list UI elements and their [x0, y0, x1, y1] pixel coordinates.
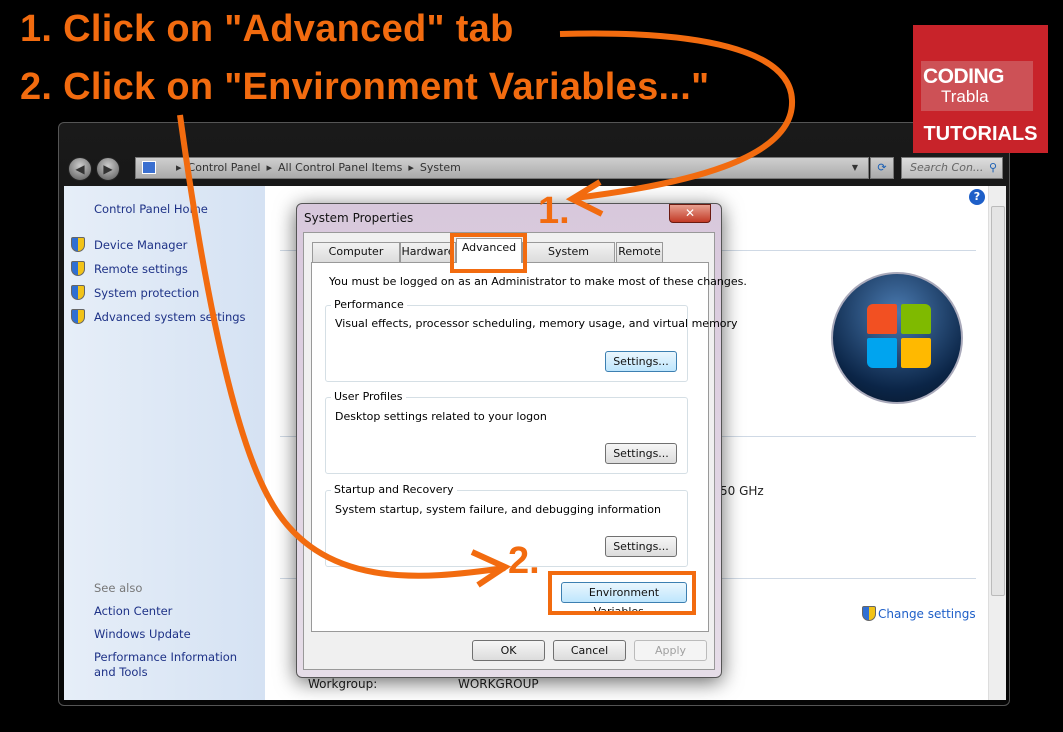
tab-system-protection[interactable]: System Protection: [522, 242, 615, 276]
instruction-step-1: 1. Click on "Advanced" tab: [20, 8, 514, 50]
logo-line3: TUTORIALS: [923, 123, 1038, 145]
help-icon[interactable]: ?: [969, 189, 985, 205]
close-button[interactable]: ✕: [669, 204, 711, 223]
shield-icon: [71, 261, 85, 276]
back-button[interactable]: ◀: [68, 157, 92, 181]
sidebar-remote-settings[interactable]: Remote settings: [94, 262, 188, 276]
performance-desc: Visual effects, processor scheduling, me…: [335, 317, 738, 330]
scrollbar[interactable]: [988, 186, 1006, 700]
breadcrumb-all-items[interactable]: All Control Panel Items: [278, 161, 402, 174]
change-settings-link[interactable]: Change settings: [878, 607, 976, 621]
search-placeholder: Search Con...: [910, 161, 984, 174]
performance-settings-button[interactable]: Settings...: [605, 351, 677, 372]
breadcrumb-system[interactable]: System: [420, 161, 461, 174]
ok-button[interactable]: OK: [472, 640, 545, 661]
shield-icon: [71, 237, 85, 252]
workgroup-value: WORKGROUP: [458, 677, 539, 691]
tab-hardware[interactable]: Hardware: [400, 242, 456, 262]
shield-icon: [71, 309, 85, 324]
tab-computer-name[interactable]: Computer Name: [312, 242, 400, 276]
env-button-highlight: [548, 571, 696, 615]
see-also-label: See also: [94, 581, 143, 595]
coding-trabla-logo: CODING Trabla TUTORIALS: [913, 25, 1048, 153]
sidebar-action-center[interactable]: Action Center: [94, 604, 172, 618]
search-input[interactable]: Search Con... ⚲: [901, 157, 1003, 179]
workgroup-label: Workgroup:: [308, 677, 378, 691]
startup-recovery-settings-button[interactable]: Settings...: [605, 536, 677, 557]
performance-label: Performance: [331, 298, 407, 311]
scrollbar-thumb[interactable]: [991, 206, 1005, 596]
admin-note: You must be logged on as an Administrato…: [329, 275, 747, 288]
step-marker-1: 1.: [538, 190, 570, 232]
breadcrumb-control-panel[interactable]: Control Panel: [188, 161, 261, 174]
step-marker-2: 2.: [508, 540, 540, 582]
address-bar[interactable]: ▸ Control Panel ▸ All Control Panel Items ▸ S…: [135, 157, 869, 179]
user-profiles-settings-button[interactable]: Settings...: [605, 443, 677, 464]
sidebar: Control Panel Home Device Manager Remote…: [64, 186, 265, 700]
sidebar-control-panel-home[interactable]: Control Panel Home: [94, 202, 208, 216]
startup-recovery-desc: System startup, system failure, and debu…: [335, 503, 661, 516]
sidebar-device-manager[interactable]: Device Manager: [94, 238, 187, 252]
startup-recovery-label: Startup and Recovery: [331, 483, 457, 496]
logo-line1: CODING: [923, 65, 1005, 88]
sidebar-performance-info[interactable]: Performance Information and Tools: [94, 650, 259, 680]
advanced-tab-highlight: [450, 233, 527, 273]
shield-icon: [71, 285, 85, 300]
shield-icon: [862, 606, 876, 621]
sidebar-system-protection[interactable]: System protection: [94, 286, 199, 300]
dialog-title: System Properties: [304, 211, 414, 225]
refresh-button[interactable]: ⟳: [870, 157, 894, 179]
user-profiles-label: User Profiles: [331, 390, 406, 403]
apply-button[interactable]: Apply: [634, 640, 707, 661]
user-profiles-desc: Desktop settings related to your logon: [335, 410, 547, 423]
forward-button[interactable]: ▶: [96, 157, 120, 181]
control-panel-icon: [142, 161, 156, 174]
chevron-down-icon[interactable]: ▼: [852, 158, 858, 178]
tab-remote[interactable]: Remote: [616, 242, 663, 262]
instruction-step-2: 2. Click on "Environment Variables...": [20, 66, 710, 108]
logo-line2: Trabla: [941, 87, 989, 106]
windows-logo: [831, 272, 963, 404]
search-icon: ⚲: [988, 161, 997, 174]
processor-speed-fragment: 50 GHz: [720, 484, 764, 498]
cancel-button[interactable]: Cancel: [553, 640, 626, 661]
sidebar-advanced-system-settings[interactable]: Advanced system settings: [94, 310, 246, 324]
sidebar-windows-update[interactable]: Windows Update: [94, 627, 191, 641]
